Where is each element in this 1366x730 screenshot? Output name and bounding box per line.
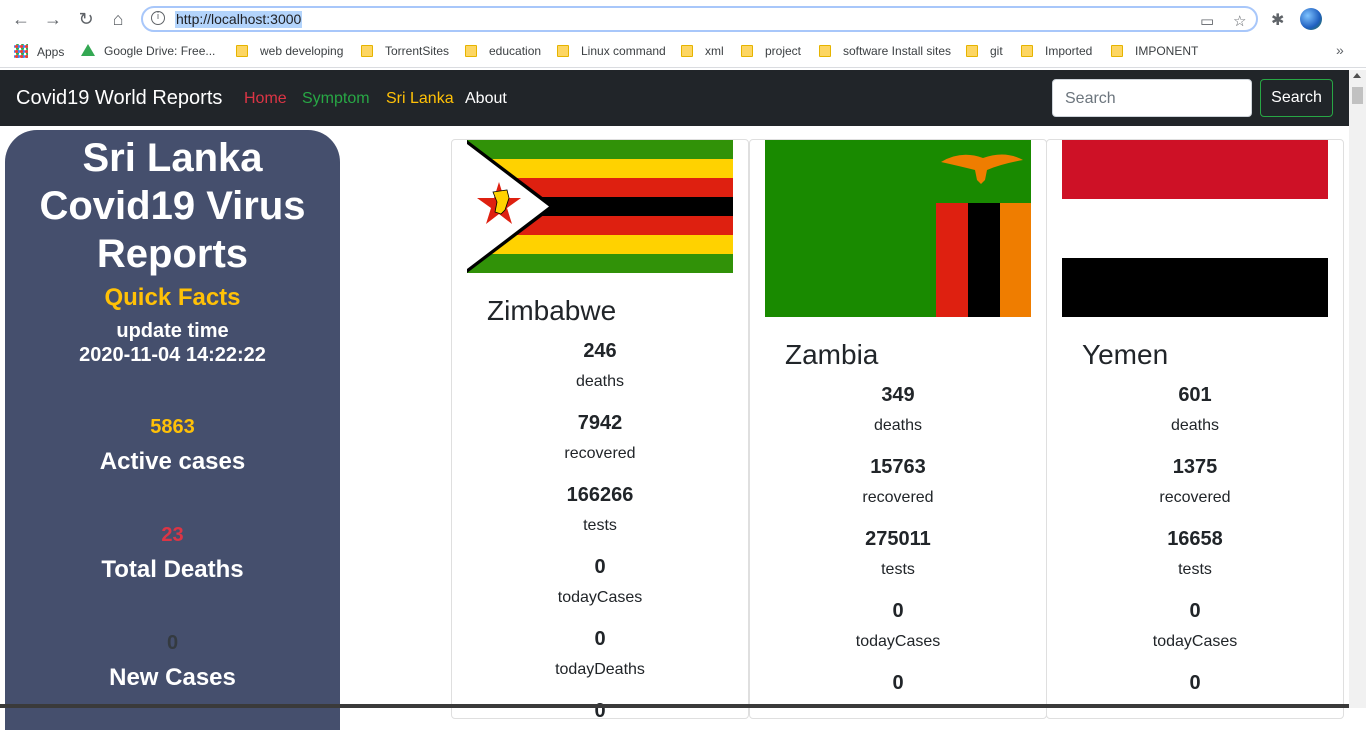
- page-scrollbar[interactable]: [1349, 70, 1366, 708]
- folder-icon: [1021, 45, 1033, 57]
- bookmarks-overflow-icon[interactable]: »: [1336, 42, 1344, 58]
- deaths-label: deaths: [575, 373, 625, 390]
- today-cases-label: todayCases: [1152, 633, 1238, 650]
- bookmark-folder[interactable]: git: [966, 44, 1003, 58]
- recovered-value: 7942: [577, 412, 623, 434]
- folder-icon: [1111, 45, 1123, 57]
- bookmark-folder[interactable]: xml: [681, 44, 724, 58]
- reload-icon[interactable]: ↻: [75, 8, 97, 30]
- active-cases-label: Active cases: [99, 448, 246, 475]
- bookmark-folder[interactable]: IMPONENT: [1111, 44, 1198, 58]
- today-cases-label: todayCases: [557, 589, 643, 606]
- folder-icon: [465, 45, 477, 57]
- update-time-label: update time: [116, 320, 229, 342]
- nav-symptom-link[interactable]: Symptom: [302, 89, 370, 109]
- tests-label: tests: [1178, 561, 1212, 578]
- bookmark-folder[interactable]: software Install sites: [819, 44, 951, 58]
- bookmark-google-drive[interactable]: Google Drive: Free...: [81, 44, 215, 58]
- bookmark-folder[interactable]: web developing: [236, 44, 343, 58]
- nav-about-link[interactable]: About: [465, 89, 507, 109]
- brand-title[interactable]: Covid19 World Reports: [16, 86, 222, 110]
- recovered-value: 1375: [1172, 456, 1218, 478]
- forward-icon[interactable]: →: [42, 8, 64, 30]
- active-cases-value: 5863: [150, 416, 195, 438]
- apps-grid-icon: [14, 44, 28, 58]
- new-cases-value: 0: [166, 632, 179, 654]
- folder-icon: [236, 45, 248, 57]
- panel-title: Sri Lanka Covid19 Virus Reports: [39, 136, 306, 276]
- extensions-icon[interactable]: ✱: [1271, 10, 1284, 30]
- url-text[interactable]: http://localhost:3000: [175, 11, 303, 28]
- recovered-label: recovered: [1159, 489, 1231, 506]
- bookmark-folder[interactable]: Imported: [1021, 44, 1092, 58]
- folder-icon: [741, 45, 753, 57]
- deaths-label: deaths: [873, 417, 923, 434]
- recovered-label: recovered: [862, 489, 934, 506]
- today-deaths-value: 0: [594, 628, 606, 650]
- yemen-flag-image: [1062, 140, 1328, 317]
- tests-value: 275011: [865, 528, 931, 550]
- back-icon[interactable]: ←: [10, 8, 32, 30]
- quick-facts-heading: Quick Facts: [104, 284, 241, 311]
- deaths-value: 601: [1178, 384, 1212, 406]
- bookmarks-bar: Apps Google Drive: Free... web developin…: [0, 38, 1366, 68]
- today-cases-label: todayCases: [855, 633, 941, 650]
- today-deaths-value: 0: [892, 672, 904, 694]
- recovered-value: 15763: [870, 456, 926, 478]
- today-deaths-label: todayDeaths: [555, 661, 645, 678]
- country-card-zimbabwe[interactable]: Zimbabwe 246 deaths 7942 recovered 16626…: [451, 139, 749, 722]
- tests-label: tests: [583, 517, 617, 534]
- nav-home-link[interactable]: Home: [244, 89, 287, 109]
- deaths-value: 246: [583, 340, 617, 362]
- tests-value: 166266: [566, 484, 634, 506]
- update-time-value: 2020-11-04 14:22:22: [79, 344, 266, 366]
- bookmark-folder[interactable]: project: [741, 44, 801, 58]
- scroll-thumb[interactable]: [1352, 87, 1363, 104]
- country-name: Yemen: [1082, 339, 1169, 370]
- today-deaths-value: 0: [1189, 672, 1201, 694]
- folder-icon: [966, 45, 978, 57]
- bookmark-star-icon[interactable]: ☆: [1233, 12, 1246, 30]
- folder-icon: [819, 45, 831, 57]
- cast-icon[interactable]: ▭: [1200, 12, 1214, 30]
- country-name: Zambia: [785, 339, 879, 370]
- scroll-up-arrow-icon[interactable]: [1353, 73, 1361, 78]
- google-drive-icon: [81, 44, 95, 56]
- taskbar-edge: [0, 704, 1349, 708]
- total-deaths-value: 23: [161, 524, 184, 546]
- sri-lanka-summary-panel: Sri Lanka Covid19 Virus Reports Quick Fa…: [5, 130, 340, 730]
- search-button[interactable]: Search: [1260, 79, 1333, 117]
- today-cases-value: 0: [892, 600, 904, 622]
- home-icon[interactable]: ⌂: [107, 8, 129, 30]
- site-info-icon[interactable]: i: [151, 11, 165, 25]
- new-cases-label: New Cases: [109, 664, 236, 691]
- deaths-label: deaths: [1170, 417, 1220, 434]
- address-bar[interactable]: i http://localhost:3000 ▭ ☆: [141, 6, 1258, 32]
- profile-avatar[interactable]: [1300, 8, 1322, 30]
- total-deaths-label: Total Deaths: [101, 556, 244, 583]
- search-input[interactable]: Search: [1052, 79, 1252, 117]
- tests-label: tests: [881, 561, 915, 578]
- browser-toolbar: ← → ↻ ⌂ i http://localhost:3000 ▭ ☆ ✱: [0, 0, 1366, 38]
- tests-value: 16658: [1167, 528, 1223, 550]
- deaths-value: 349: [881, 384, 915, 406]
- nav-sri-lanka-link[interactable]: Sri Lanka: [386, 89, 454, 109]
- zimbabwe-flag-image: [467, 140, 733, 273]
- bookmark-folder[interactable]: education: [465, 44, 541, 58]
- recovered-label: recovered: [564, 445, 636, 462]
- bookmark-folder[interactable]: TorrentSites: [361, 44, 449, 58]
- country-name: Zimbabwe: [487, 295, 617, 326]
- app-navbar: Covid19 World Reports Home Symptom Sri L…: [0, 70, 1349, 126]
- today-cases-value: 0: [1189, 600, 1201, 622]
- bookmark-folder[interactable]: Linux command: [557, 44, 666, 58]
- country-card-zambia[interactable]: Zambia 349 deaths 15763 recovered 275011…: [749, 139, 1047, 719]
- folder-icon: [361, 45, 373, 57]
- zambia-flag-image: [765, 140, 1031, 317]
- bookmark-apps[interactable]: Apps: [14, 44, 64, 59]
- folder-icon: [681, 45, 693, 57]
- today-cases-value: 0: [594, 556, 606, 578]
- country-card-yemen[interactable]: Yemen 601 deaths 1375 recovered 16658 te…: [1046, 139, 1344, 719]
- folder-icon: [557, 45, 569, 57]
